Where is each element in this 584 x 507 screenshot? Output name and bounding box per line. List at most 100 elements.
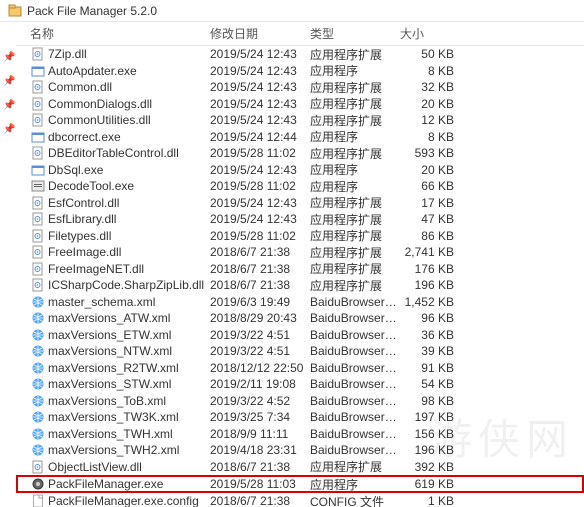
file-size: 47 KB [400,212,454,226]
file-size: 39 KB [400,344,454,358]
file-row[interactable]: Filetypes.dll2019/5/28 11:02应用程序扩展86 KB [16,228,584,245]
pin-icon[interactable]: 📌 [3,124,13,134]
file-size: 98 KB [400,394,454,408]
file-name: EsfControl.dll [48,196,210,210]
file-name: maxVersions_STW.xml [48,377,210,391]
column-header-date[interactable]: 修改日期 [210,25,310,42]
file-row[interactable]: PackFileManager.exe.config2018/6/7 21:38… [16,493,584,507]
file-type: BaiduBrowser H... [310,427,400,441]
file-row[interactable]: CommonUtilities.dll2019/5/24 12:43应用程序扩展… [16,112,584,129]
file-modified-date: 2019/3/22 4:51 [210,344,310,358]
file-row[interactable]: maxVersions_R2TW.xml2018/12/12 22:50Baid… [16,360,584,377]
pin-icon[interactable]: 📌 [3,76,13,86]
column-header-name[interactable]: 名称 [30,25,210,42]
file-type: BaiduBrowser H... [310,377,400,391]
file-size: 32 KB [400,80,454,94]
file-type-icon [30,295,45,309]
file-modified-date: 2019/4/18 23:31 [210,443,310,457]
pin-icon[interactable]: 📌 [3,52,13,62]
file-modified-date: 2018/12/12 22:50 [210,361,310,375]
file-row[interactable]: maxVersions_TW3K.xml2019/3/25 7:34BaiduB… [16,409,584,426]
file-row[interactable]: ObjectListView.dll2018/6/7 21:38应用程序扩展39… [16,459,584,476]
file-name: maxVersions_TW3K.xml [48,410,210,424]
file-type-icon [30,196,45,210]
file-type-icon [30,146,45,160]
file-row[interactable]: master_schema.xml2019/6/3 19:49BaiduBrow… [16,294,584,311]
file-type: 应用程序扩展 [310,277,400,294]
file-row[interactable]: ICSharpCode.SharpZipLib.dll2018/6/7 21:3… [16,277,584,294]
file-name: PackFileManager.exe.config [48,494,210,507]
file-name: EsfLibrary.dll [48,212,210,226]
file-name: Filetypes.dll [48,229,210,243]
file-name: maxVersions_ATW.xml [48,311,210,325]
file-name: DecodeTool.exe [48,179,210,193]
file-row[interactable]: FreeImageNET.dll2018/6/7 21:38应用程序扩展176 … [16,261,584,278]
file-list-pane: 名称 修改日期 类型 大小 7Zip.dll2019/5/24 12:43应用程… [16,22,584,507]
pin-icon[interactable]: 📌 [3,100,13,110]
file-size: 2,741 KB [400,245,454,259]
file-row[interactable]: 7Zip.dll2019/5/24 12:43应用程序扩展50 KB [16,46,584,63]
file-modified-date: 2019/5/28 11:02 [210,179,310,193]
file-size: 20 KB [400,163,454,177]
file-name: maxVersions_ETW.xml [48,328,210,342]
file-type-icon [30,80,45,94]
file-row[interactable]: dbcorrect.exe2019/5/24 12:44应用程序8 KB [16,129,584,146]
file-type-icon [30,229,45,243]
file-type-icon [30,262,45,276]
file-size: 1 KB [400,494,454,507]
file-size: 392 KB [400,460,454,474]
file-modified-date: 2019/5/28 11:02 [210,229,310,243]
file-modified-date: 2019/3/22 4:52 [210,394,310,408]
file-type-icon [30,477,45,491]
file-modified-date: 2019/5/24 12:43 [210,64,310,78]
file-type-icon [30,97,45,111]
file-row[interactable]: maxVersions_ToB.xml2019/3/22 4:52BaiduBr… [16,393,584,410]
file-row[interactable]: DBEditorTableControl.dll2019/5/28 11:02应… [16,145,584,162]
file-modified-date: 2018/6/7 21:38 [210,262,310,276]
quick-access-strip: 📌 📌 📌 📌 [0,22,16,507]
file-modified-date: 2019/5/28 11:03 [210,477,310,491]
file-row[interactable]: AutoApdater.exe2019/5/24 12:43应用程序8 KB [16,63,584,80]
window-titlebar: Pack File Manager 5.2.0 [0,0,584,22]
file-size: 619 KB [400,477,454,491]
file-name: maxVersions_TWH.xml [48,427,210,441]
file-size: 20 KB [400,97,454,111]
file-row[interactable]: maxVersions_ETW.xml2019/3/22 4:51BaiduBr… [16,327,584,344]
file-size: 66 KB [400,179,454,193]
file-size: 96 KB [400,311,454,325]
file-name: FreeImage.dll [48,245,210,259]
file-row[interactable]: PackFileManager.exe2019/5/28 11:03应用程序61… [16,475,584,493]
column-header-type[interactable]: 类型 [310,25,400,42]
file-row[interactable]: maxVersions_ATW.xml2018/8/29 20:43BaiduB… [16,310,584,327]
file-type-icon [30,64,45,78]
file-type: 应用程序扩展 [310,145,400,162]
file-name: master_schema.xml [48,295,210,309]
file-modified-date: 2019/5/24 12:43 [210,163,310,177]
file-row[interactable]: maxVersions_TWH.xml2018/9/9 11:11BaiduBr… [16,426,584,443]
file-size: 593 KB [400,146,454,160]
file-row[interactable]: EsfControl.dll2019/5/24 12:43应用程序扩展17 KB [16,195,584,212]
file-modified-date: 2019/5/24 12:43 [210,80,310,94]
file-type-icon [30,163,45,177]
file-row[interactable]: DbSql.exe2019/5/24 12:43应用程序20 KB [16,162,584,179]
file-row[interactable]: DecodeTool.exe2019/5/28 11:02应用程序66 KB [16,178,584,195]
file-type-icon [30,361,45,375]
file-modified-date: 2018/6/7 21:38 [210,278,310,292]
file-type: 应用程序扩展 [310,194,400,211]
file-name: PackFileManager.exe [48,477,210,491]
column-header-size[interactable]: 大小 [400,25,460,42]
file-size: 86 KB [400,229,454,243]
file-row[interactable]: EsfLibrary.dll2019/5/24 12:43应用程序扩展47 KB [16,211,584,228]
file-row[interactable]: FreeImage.dll2018/6/7 21:38应用程序扩展2,741 K… [16,244,584,261]
file-type: BaiduBrowser H... [310,311,400,325]
file-row[interactable]: CommonDialogs.dll2019/5/24 12:43应用程序扩展20… [16,96,584,113]
file-row[interactable]: maxVersions_NTW.xml2019/3/22 4:51BaiduBr… [16,343,584,360]
file-type-icon [30,377,45,391]
file-row[interactable]: Common.dll2019/5/24 12:43应用程序扩展32 KB [16,79,584,96]
file-row[interactable]: maxVersions_TWH2.xml2019/4/18 23:31Baidu… [16,442,584,459]
file-type: 应用程序扩展 [310,260,400,277]
file-size: 196 KB [400,278,454,292]
file-type: 应用程序 [310,62,400,79]
file-row[interactable]: maxVersions_STW.xml2019/2/11 19:08BaiduB… [16,376,584,393]
file-name: maxVersions_NTW.xml [48,344,210,358]
